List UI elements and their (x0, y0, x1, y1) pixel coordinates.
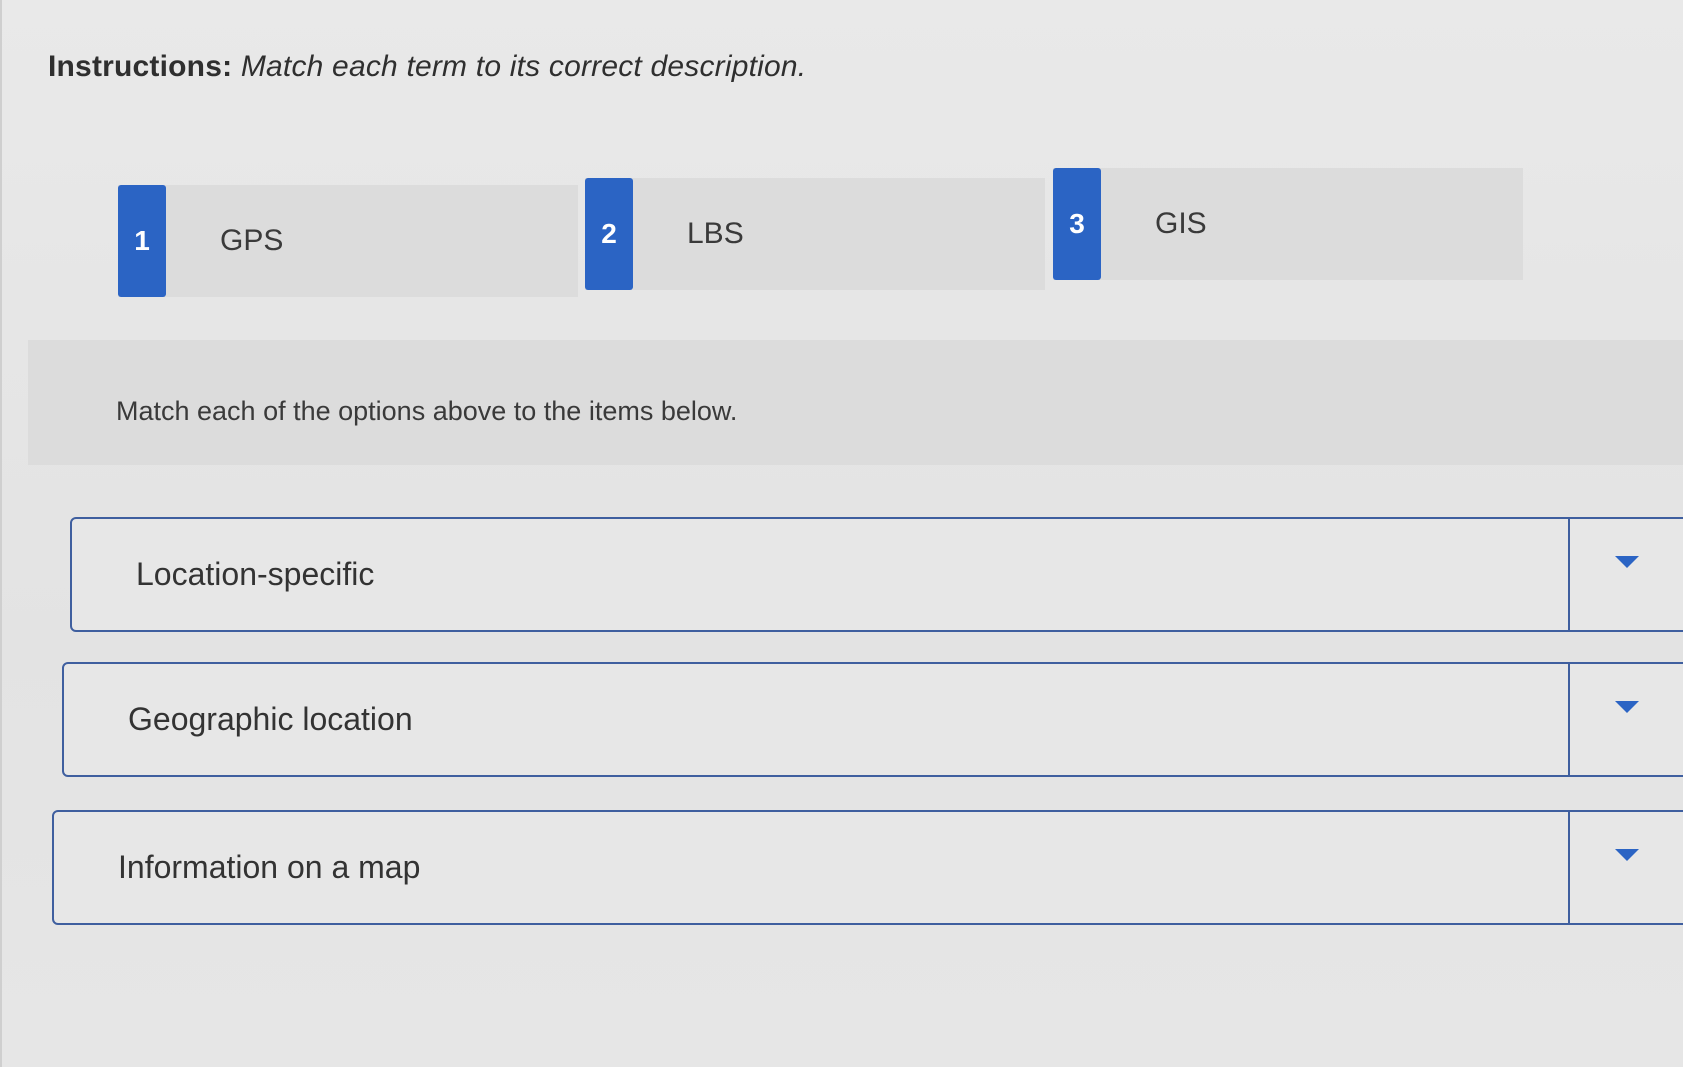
instructions: Instructions: Match each term to its cor… (48, 50, 806, 84)
match-item-label: Geographic location (128, 701, 413, 737)
match-item-location-specific[interactable]: Location-specific (70, 517, 1683, 632)
match-item-geographic-location[interactable]: Geographic location (62, 662, 1683, 777)
match-item-information-on-map[interactable]: Information on a map (52, 810, 1683, 925)
term-number-badge: 1 (118, 185, 166, 297)
term-label: GPS (220, 224, 284, 257)
match-item-label: Location-specific (136, 556, 375, 592)
match-prompt: Match each of the options above to the i… (116, 396, 738, 426)
match-dropdown[interactable] (1568, 812, 1683, 923)
term-label: GIS (1155, 207, 1207, 240)
chevron-down-icon (1614, 700, 1639, 713)
chevron-down-icon (1614, 848, 1639, 861)
chevron-down-icon (1614, 555, 1639, 568)
instructions-label: Instructions: (48, 50, 233, 83)
match-prompt-panel: Match each of the options above to the i… (28, 340, 1683, 465)
page: Instructions: Match each term to its cor… (0, 0, 1683, 1067)
term-card-gps[interactable]: 1 GPS (118, 185, 578, 297)
instructions-text: Match each term to its correct descripti… (240, 50, 807, 83)
term-number-badge: 3 (1053, 168, 1101, 280)
term-label: LBS (687, 217, 744, 250)
term-card-gis[interactable]: 3 GIS (1053, 168, 1523, 280)
term-card-lbs[interactable]: 2 LBS (585, 178, 1045, 290)
term-number-badge: 2 (585, 178, 633, 290)
match-dropdown[interactable] (1568, 519, 1683, 630)
match-dropdown[interactable] (1568, 664, 1683, 775)
match-item-label: Information on a map (118, 849, 421, 885)
